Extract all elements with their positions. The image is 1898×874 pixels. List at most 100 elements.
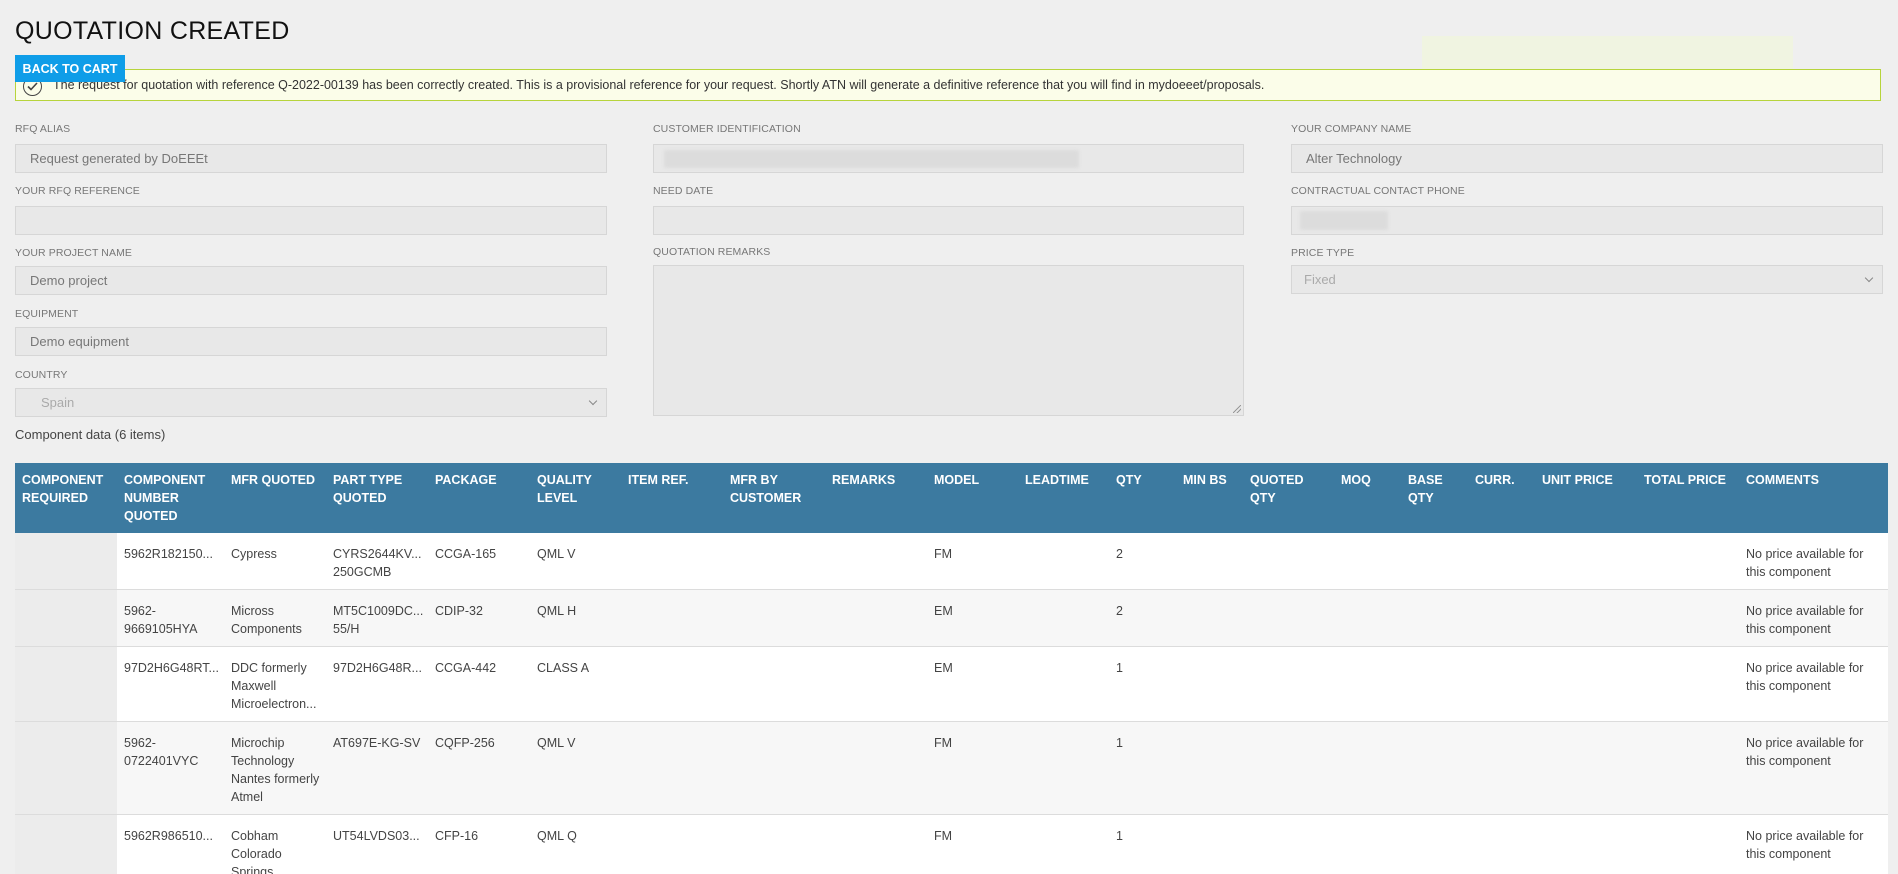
table-row[interactable]: 5962-0722401VYC Microchip Technology Nan… (15, 721, 1888, 815)
rfq-alias-input[interactable]: Request generated by DoEEEt (15, 144, 607, 173)
price-type-select[interactable]: Fixed (1291, 265, 1883, 294)
cell-qty: 1 (1109, 646, 1176, 722)
price-type-label: PRICE TYPE (1291, 247, 1355, 259)
column-header[interactable]: MFR BY CUSTOMER (723, 463, 825, 533)
equipment-label: EQUIPMENT (15, 308, 79, 320)
cell-component-required (15, 721, 117, 815)
cell-mfr-by-customer (723, 589, 825, 647)
column-header[interactable]: QTY (1109, 463, 1176, 533)
cell-comments: No price available for this component (1739, 646, 1888, 722)
cell-quoted-qty (1243, 814, 1334, 874)
column-header[interactable]: MIN BS (1176, 463, 1243, 533)
cell-base-qty (1401, 814, 1468, 874)
country-value: Spain (41, 395, 75, 410)
cell-base-qty (1401, 589, 1468, 647)
cell-package: CQFP-256 (428, 721, 530, 815)
cell-component-required (15, 646, 117, 722)
cell-component-number: 5962R182150... (117, 533, 224, 590)
table-row[interactable]: 5962R182150... Cypress CYRS2644KV... 250… (15, 533, 1888, 590)
cell-component-number: 97D2H6G48RT... (117, 646, 224, 722)
column-header[interactable]: MFR QUOTED (224, 463, 326, 533)
customer-identification-input[interactable] (653, 144, 1244, 173)
resize-handle-icon[interactable] (1233, 405, 1241, 413)
column-header[interactable]: BASE QTY (1401, 463, 1468, 533)
cell-remarks (825, 814, 927, 874)
cell-moq (1334, 646, 1401, 722)
cell-unit-price (1535, 533, 1637, 590)
cell-mfr-by-customer (723, 814, 825, 874)
customer-identification-label: CUSTOMER IDENTIFICATION (653, 123, 801, 135)
equipment-input[interactable]: Demo equipment (15, 327, 607, 356)
cell-unit-price (1535, 589, 1637, 647)
contact-phone-input[interactable] (1291, 206, 1883, 235)
cell-package: CCGA-442 (428, 646, 530, 722)
cell-quality-level: QML H (530, 589, 621, 647)
chevron-down-icon (1864, 273, 1874, 282)
cell-qty: 1 (1109, 814, 1176, 874)
cell-quoted-qty (1243, 533, 1334, 590)
success-alert: The request for quotation with reference… (15, 69, 1881, 101)
column-header[interactable]: COMMENTS (1739, 463, 1888, 533)
cell-total-price (1637, 589, 1739, 647)
cell-remarks (825, 533, 927, 590)
cell-min-bs (1176, 533, 1243, 590)
column-header[interactable]: COMPONENT NUMBER QUOTED (117, 463, 224, 533)
cell-curr (1468, 814, 1535, 874)
cell-component-required (15, 589, 117, 647)
cell-min-bs (1176, 721, 1243, 815)
company-name-label: YOUR COMPANY NAME (1291, 123, 1412, 135)
cell-package: CFP-16 (428, 814, 530, 874)
cell-part-type: 97D2H6G48R... (326, 646, 428, 722)
column-header[interactable]: MOQ (1334, 463, 1401, 533)
column-header[interactable]: REMARKS (825, 463, 927, 533)
cell-part-type: AT697E-KG-SV (326, 721, 428, 815)
cell-remarks (825, 721, 927, 815)
component-data-title: Component data (6 items) (15, 427, 166, 442)
cell-leadtime (1018, 533, 1109, 590)
cell-qty: 2 (1109, 533, 1176, 590)
column-header[interactable]: TOTAL PRICE (1637, 463, 1739, 533)
project-name-input[interactable]: Demo project (15, 266, 607, 295)
column-header[interactable]: PACKAGE (428, 463, 530, 533)
cell-total-price (1637, 646, 1739, 722)
cell-model: EM (927, 589, 1018, 647)
cell-package: CCGA-165 (428, 533, 530, 590)
quotation-remarks-textarea[interactable] (653, 265, 1244, 416)
country-select[interactable]: Spain (15, 388, 607, 417)
cell-quality-level: QML Q (530, 814, 621, 874)
cell-comments: No price available for this component (1739, 533, 1888, 590)
column-header[interactable]: ITEM REF. (621, 463, 723, 533)
cell-remarks (825, 589, 927, 647)
rfq-reference-input[interactable] (15, 206, 607, 235)
back-to-cart-button[interactable]: BACK TO CART (15, 55, 125, 82)
column-header[interactable]: QUALITY LEVEL (530, 463, 621, 533)
column-header[interactable]: QUOTED QTY (1243, 463, 1334, 533)
rfq-reference-label: YOUR RFQ REFERENCE (15, 185, 140, 197)
table-row[interactable]: 5962-9669105HYA Micross Components MT5C1… (15, 589, 1888, 647)
table-header-row: COMPONENT REQUIRED COMPONENT NUMBER QUOT… (15, 463, 1888, 533)
cell-unit-price (1535, 721, 1637, 815)
alert-message: The request for quotation with reference… (53, 78, 1265, 92)
column-header[interactable]: COMPONENT REQUIRED (15, 463, 117, 533)
cell-moq (1334, 589, 1401, 647)
table-row[interactable]: 5962R986510... Cobham Colorado Springs U… (15, 814, 1888, 874)
cell-leadtime (1018, 646, 1109, 722)
cell-item-ref (621, 814, 723, 874)
column-header[interactable]: PART TYPE QUOTED (326, 463, 428, 533)
column-header[interactable]: UNIT PRICE (1535, 463, 1637, 533)
column-header[interactable]: LEADTIME (1018, 463, 1109, 533)
cell-quality-level: QML V (530, 721, 621, 815)
cell-model: EM (927, 646, 1018, 722)
column-header[interactable]: MODEL (927, 463, 1018, 533)
cell-unit-price (1535, 646, 1637, 722)
redacted-value (664, 150, 1079, 168)
cell-quoted-qty (1243, 646, 1334, 722)
company-name-input[interactable]: Alter Technology (1291, 144, 1883, 173)
need-date-input[interactable] (653, 206, 1244, 235)
cell-model: FM (927, 533, 1018, 590)
cell-leadtime (1018, 589, 1109, 647)
cell-quality-level: CLASS A (530, 646, 621, 722)
cell-curr (1468, 589, 1535, 647)
table-row[interactable]: 97D2H6G48RT... DDC formerly Maxwell Micr… (15, 646, 1888, 722)
column-header[interactable]: CURR. (1468, 463, 1535, 533)
